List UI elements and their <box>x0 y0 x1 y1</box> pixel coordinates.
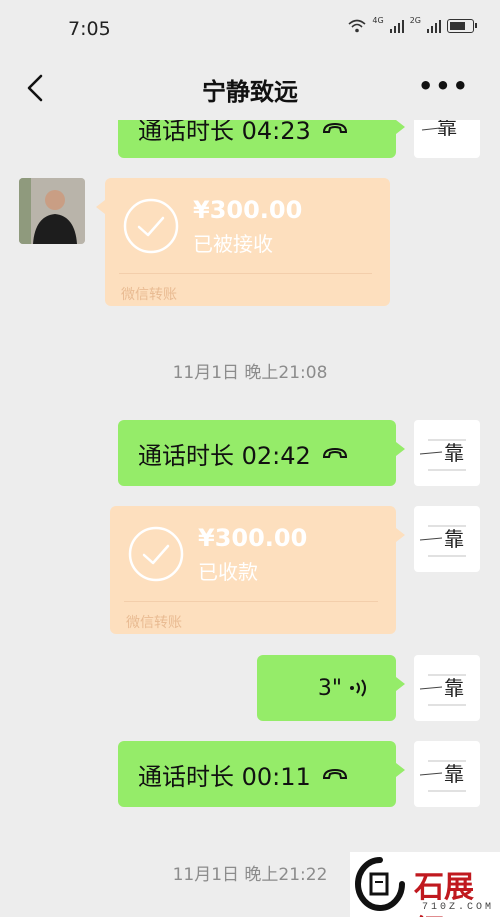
message-list[interactable]: 通话时长 04:23 靠 ¥300.00 已被接收 微信转账 11月1日 晚上2… <box>0 120 500 917</box>
transfer-amount: ¥300.00 <box>193 196 303 224</box>
avatar[interactable]: 靠 <box>414 506 480 572</box>
transfer-status: 已收款 <box>198 560 258 584</box>
person-photo-icon <box>19 178 85 244</box>
check-circle-icon <box>123 198 179 254</box>
transfer-card[interactable]: ¥300.00 已被接收 微信转账 <box>96 178 390 306</box>
message-timestamp: 11月1日 晚上21:08 <box>172 363 328 383</box>
phone-hangup-icon <box>322 447 347 458</box>
svg-text:靠: 靠 <box>444 441 464 465</box>
call-duration-text: 通话时长 02:42 <box>138 441 311 470</box>
divider <box>124 601 378 602</box>
call-record-bubble[interactable]: 通话时长 02:42 <box>118 420 405 486</box>
voice-message-bubble[interactable]: 3" <box>257 655 405 721</box>
signal-icon <box>427 19 441 33</box>
status-time: 7:05 <box>68 18 111 40</box>
phone-hangup-icon <box>322 122 347 133</box>
brush-circle-logo-icon <box>355 857 405 911</box>
avatar[interactable]: 靠 <box>414 741 480 807</box>
call-duration-text: 通话时长 00:11 <box>138 762 311 791</box>
divider <box>119 273 372 274</box>
check-circle-icon <box>128 526 184 582</box>
transfer-card[interactable]: ¥300.00 已收款 微信转账 <box>110 506 405 634</box>
svg-text:靠: 靠 <box>444 527 464 551</box>
status-bar: 7:05 4G 2G <box>0 0 500 60</box>
site-watermark: 石展網 710Z.COM <box>350 852 500 917</box>
status-icons: 4G 2G <box>348 15 477 33</box>
voice-duration: 3" <box>317 675 342 701</box>
svg-text:靠: 靠 <box>444 676 464 700</box>
network-type-label: 2G <box>409 15 421 25</box>
watermark-site: 710Z.COM <box>422 902 495 913</box>
call-duration-text: 通话时长 04:23 <box>138 120 311 145</box>
transfer-status: 已被接收 <box>193 232 273 256</box>
calligraphy-logo-icon: 靠 <box>419 525 466 557</box>
voice-wave-icon <box>350 679 366 697</box>
transfer-label: 微信转账 <box>121 287 177 303</box>
avatar[interactable]: 靠 <box>414 655 480 721</box>
transfer-label: 微信转账 <box>126 615 182 631</box>
svg-text:靠: 靠 <box>444 762 464 786</box>
avatar[interactable] <box>19 178 85 244</box>
calligraphy-logo-icon: 靠 <box>421 120 457 139</box>
signal-icon <box>389 19 404 33</box>
phone-hangup-icon <box>322 768 347 779</box>
transfer-amount: ¥300.00 <box>198 524 308 552</box>
call-record-bubble[interactable]: 通话时长 00:11 <box>118 741 405 807</box>
calligraphy-logo-icon: 靠 <box>419 439 466 471</box>
svg-text:靠: 靠 <box>437 120 457 139</box>
network-type-label: 4G <box>372 15 384 25</box>
more-dots-icon[interactable]: ••• <box>418 72 470 100</box>
calligraphy-logo-icon: 靠 <box>419 674 466 706</box>
avatar[interactable]: 靠 <box>414 420 480 486</box>
calligraphy-logo-icon: 靠 <box>419 760 466 792</box>
avatar[interactable]: 靠 <box>414 120 480 158</box>
call-record-bubble[interactable]: 通话时长 04:23 <box>118 120 405 158</box>
battery-icon <box>447 19 477 33</box>
chat-header: 宁静致远 ••• <box>0 60 500 120</box>
wifi-icon <box>348 19 366 33</box>
